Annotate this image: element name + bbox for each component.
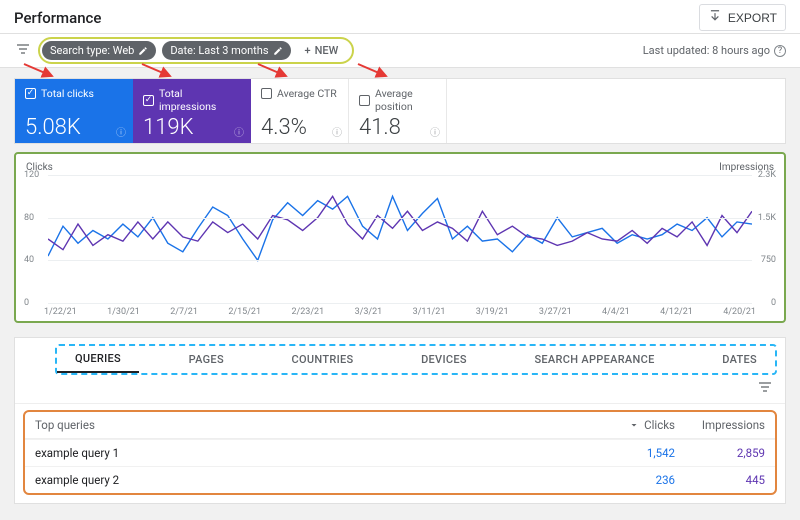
export-label: EXPORT: [728, 11, 777, 25]
x-tick: 1/22/21: [44, 307, 77, 317]
metric-cards: Total clicks 5.08K ⓘ Total impressions 1…: [14, 78, 786, 144]
help-icon[interactable]: ⓘ: [116, 124, 126, 139]
x-tick: 4/4/21: [602, 307, 630, 317]
table-row[interactable]: example query 2236445: [25, 466, 775, 493]
metric-average-position[interactable]: Average position 41.8 ⓘ: [349, 79, 447, 143]
y-tick-left: 120: [24, 170, 39, 180]
chip-date-range-label: Date: Last 3 months: [170, 44, 268, 57]
performance-chart: Clicks Impressions 1202.3K801.5K4075000 …: [14, 152, 786, 323]
x-tick: 4/20/21: [723, 307, 756, 317]
x-tick: 2/15/21: [228, 307, 261, 317]
tab-search-appearance[interactable]: SEARCH APPEARANCE: [516, 347, 672, 372]
page-title: Performance: [14, 9, 101, 27]
metric-total-impressions[interactable]: Total impressions 119K ⓘ: [133, 79, 251, 143]
tab-countries[interactable]: COUNTRIES: [274, 347, 372, 372]
results-filter-icon[interactable]: [757, 379, 773, 399]
pencil-icon: [138, 46, 148, 56]
series-impressions: [48, 196, 752, 249]
checkbox-icon: [261, 88, 272, 99]
download-icon: [708, 9, 722, 26]
cell-query: example query 2: [35, 473, 585, 487]
tab-dates[interactable]: DATES: [704, 347, 775, 372]
x-tick: 3/27/21: [539, 307, 572, 317]
metric-value: 41.8: [359, 117, 436, 139]
new-filter-label: NEW: [315, 44, 339, 57]
x-tick: 1/30/21: [107, 307, 140, 317]
y-tick-left: 40: [24, 255, 34, 265]
x-tick: 2/23/21: [291, 307, 324, 317]
y-tick-right: 1.5K: [758, 213, 776, 223]
help-icon[interactable]: ⓘ: [234, 124, 244, 139]
y-tick-right: 750: [761, 255, 776, 265]
y-tick-left: 0: [24, 298, 29, 308]
x-tick: 3/11/21: [413, 307, 446, 317]
metric-label: Total clicks: [41, 87, 94, 100]
metric-average-ctr[interactable]: Average CTR 4.3% ⓘ: [251, 79, 349, 143]
chip-date-range[interactable]: Date: Last 3 months: [162, 41, 290, 60]
sort-desc-icon: [628, 419, 640, 431]
x-tick: 4/12/21: [660, 307, 693, 317]
checkbox-icon: [25, 88, 36, 99]
filter-pill-group: Search type: Web Date: Last 3 months + N…: [38, 37, 354, 64]
chip-search-type-label: Search type: Web: [50, 44, 134, 57]
filter-icon[interactable]: [14, 41, 32, 61]
metric-value: 119K: [143, 117, 240, 139]
checkbox-icon: [359, 95, 370, 106]
queries-table: Top queries Clicks Impressions example q…: [23, 410, 777, 495]
series-clicks: [48, 196, 752, 260]
tab-devices[interactable]: DEVICES: [403, 347, 485, 372]
results-tabs: QUERIES PAGES COUNTRIES DEVICES SEARCH APPEA…: [55, 344, 777, 375]
column-header-clicks[interactable]: Clicks: [585, 418, 675, 432]
cell-clicks: 236: [585, 473, 675, 487]
chip-search-type[interactable]: Search type: Web: [42, 41, 156, 60]
y-tick-right: 0: [771, 298, 776, 308]
metric-value: 4.3%: [261, 117, 338, 139]
metric-label: Average position: [375, 87, 436, 113]
help-icon[interactable]: ?: [774, 45, 786, 57]
pencil-icon: [273, 46, 283, 56]
metric-label: Total impressions: [159, 87, 240, 113]
tab-pages[interactable]: PAGES: [171, 347, 242, 372]
cell-impressions: 2,859: [675, 446, 765, 460]
metric-total-clicks[interactable]: Total clicks 5.08K ⓘ: [15, 79, 133, 143]
help-icon[interactable]: ⓘ: [332, 124, 342, 139]
cell-clicks: 1,542: [585, 446, 675, 460]
checkbox-icon: [143, 95, 154, 106]
help-icon[interactable]: ⓘ: [430, 124, 440, 139]
metric-label: Average CTR: [277, 87, 337, 100]
new-filter-button[interactable]: + NEW: [297, 41, 347, 60]
cell-impressions: 445: [675, 473, 765, 487]
table-row[interactable]: example query 11,5422,859: [25, 439, 775, 466]
x-tick: 3/19/21: [476, 307, 509, 317]
results-panel: QUERIES PAGES COUNTRIES DEVICES SEARCH APPEA…: [14, 337, 786, 504]
y-tick-left: 80: [24, 213, 34, 223]
x-tick: 2/7/21: [170, 307, 198, 317]
cell-query: example query 1: [35, 446, 585, 460]
column-header-impressions[interactable]: Impressions: [675, 418, 765, 432]
x-tick: 3/3/21: [355, 307, 383, 317]
tab-queries[interactable]: QUERIES: [57, 346, 139, 373]
column-header-query[interactable]: Top queries: [35, 418, 585, 432]
last-updated-text: Last updated: 8 hours ago ?: [643, 44, 786, 57]
metric-value: 5.08K: [25, 117, 122, 139]
plus-icon: +: [305, 44, 311, 57]
y-tick-right: 2.3K: [758, 170, 776, 180]
export-button[interactable]: EXPORT: [699, 4, 786, 31]
